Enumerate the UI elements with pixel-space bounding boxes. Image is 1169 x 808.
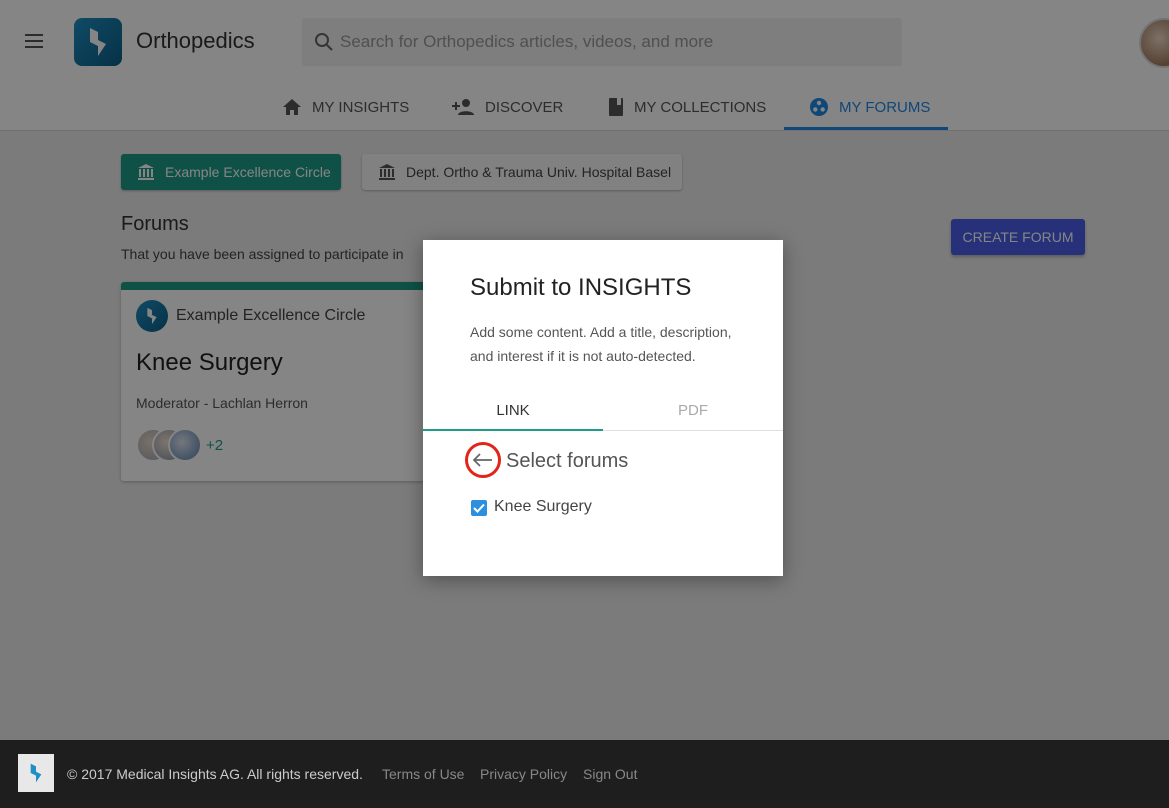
submit-dialog: Submit to INSIGHTS Add some content. Add…	[423, 240, 783, 576]
checkmark-icon	[473, 503, 485, 513]
forum-checkbox-label[interactable]: Knee Surgery	[494, 498, 592, 516]
footer-logo	[18, 754, 54, 792]
select-forums-label: Select forums	[506, 450, 629, 472]
page-footer: © 2017 Medical Insights AG. All rights r…	[0, 740, 1169, 808]
dialog-description: Add some content. Add a title, descripti…	[470, 324, 732, 364]
dialog-title: Submit to INSIGHTS	[470, 274, 692, 301]
privacy-link[interactable]: Privacy Policy	[480, 766, 567, 782]
forum-checkbox[interactable]	[471, 500, 487, 516]
copyright-text: © 2017 Medical Insights AG. All rights r…	[67, 766, 363, 782]
tab-pdf[interactable]: PDF	[603, 388, 783, 432]
logo-mark-icon	[30, 763, 42, 783]
back-button[interactable]	[465, 442, 501, 478]
arrow-left-icon	[473, 453, 492, 467]
sign-out-link[interactable]: Sign Out	[583, 766, 637, 782]
tab-link[interactable]: LINK	[423, 388, 603, 432]
active-tab-indicator	[423, 429, 603, 431]
terms-link[interactable]: Terms of Use	[382, 766, 464, 782]
